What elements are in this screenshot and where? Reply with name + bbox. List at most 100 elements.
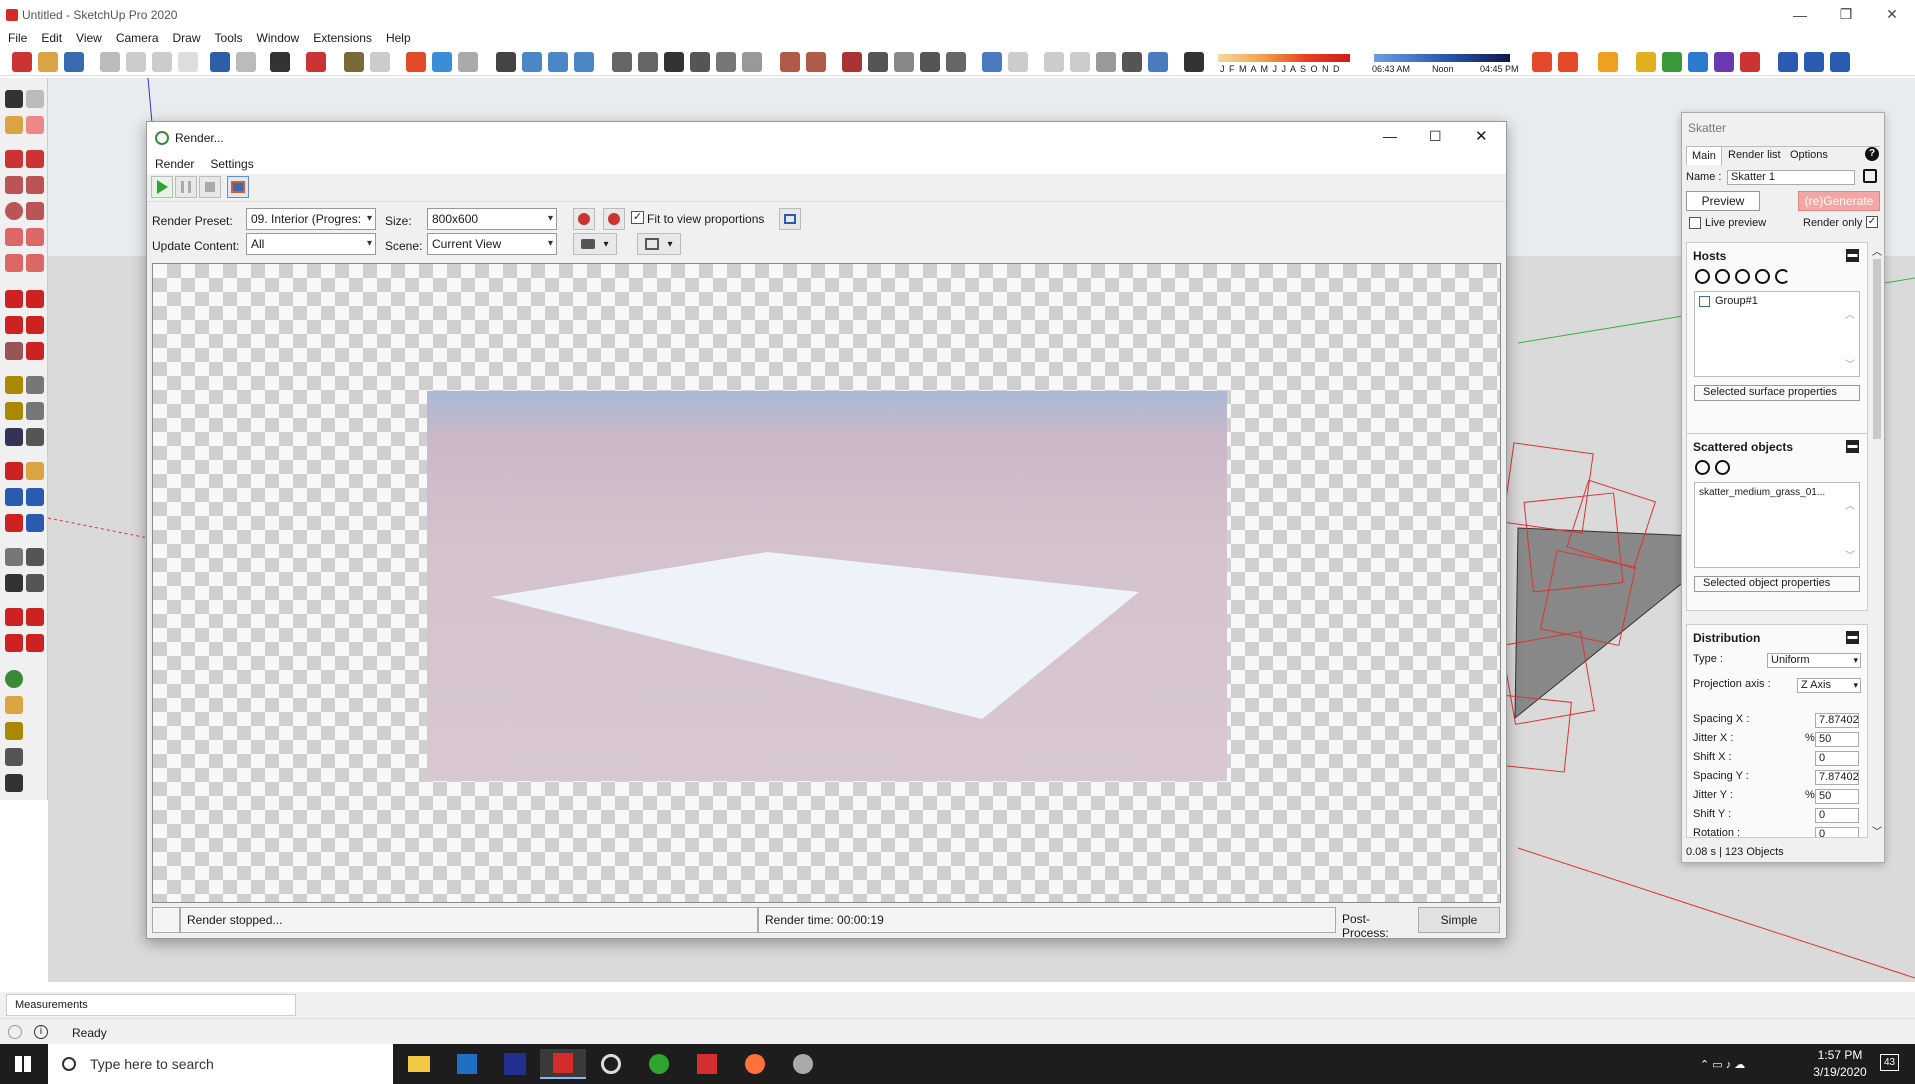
select-tool-icon[interactable] <box>5 90 23 108</box>
drape-icon[interactable] <box>920 52 940 72</box>
save-icon[interactable] <box>1863 169 1877 183</box>
cut-icon[interactable] <box>100 52 120 72</box>
vray-lights-icon[interactable] <box>5 634 23 652</box>
regenerate-button[interactable]: (re)Generate <box>1798 191 1880 211</box>
preview-button[interactable]: Preview <box>1686 191 1760 211</box>
ext-icon-purple[interactable] <box>1714 52 1734 72</box>
dialog-maximize-button[interactable]: ☐ <box>1429 128 1442 145</box>
dimension-icon[interactable] <box>26 376 44 394</box>
autocad-icon[interactable] <box>684 1049 730 1079</box>
style-icon-4[interactable] <box>1122 52 1142 72</box>
pan-icon[interactable] <box>26 462 44 480</box>
scene-select[interactable]: Current View ▾ <box>427 233 557 255</box>
camera-dropdown-button[interactable]: ▾ <box>573 233 617 255</box>
section-cut-icon[interactable] <box>806 52 826 72</box>
menu-edit[interactable]: Edit <box>41 31 62 45</box>
postprocess-button[interactable]: Simple <box>1418 907 1500 933</box>
host-checkbox[interactable] <box>1699 296 1710 307</box>
date-slider[interactable] <box>1218 54 1350 62</box>
top-view-icon[interactable] <box>548 52 568 72</box>
shift-y-input[interactable]: 0 <box>1815 808 1859 823</box>
menu-draw[interactable]: Draw <box>173 31 201 45</box>
ext-icon-red[interactable] <box>1740 52 1760 72</box>
menu-help[interactable]: Help <box>386 31 411 45</box>
warehouse-icon[interactable] <box>344 52 364 72</box>
ext-icon-yellow[interactable] <box>1636 52 1656 72</box>
vray-proxy-icon[interactable] <box>26 634 44 652</box>
rotation-input[interactable]: 0 <box>1815 827 1859 837</box>
menu-settings[interactable]: Settings <box>210 157 253 171</box>
search-box[interactable]: Type here to search <box>48 1044 393 1084</box>
add-detail-icon[interactable] <box>946 52 966 72</box>
render-preset-select[interactable]: 09. Interior (Progres: ▾ <box>246 208 376 230</box>
arc2-icon[interactable] <box>26 228 44 246</box>
xbox-icon[interactable] <box>636 1049 682 1079</box>
component-tool-icon[interactable] <box>26 90 44 108</box>
amazon-music-icon[interactable] <box>492 1049 538 1079</box>
scroll-up-icon[interactable]: ︿ <box>1872 243 1882 258</box>
house-outline-icon[interactable] <box>690 52 710 72</box>
open-icon[interactable] <box>38 52 58 72</box>
section-plane-icon[interactable] <box>780 52 800 72</box>
house-shaded-icon[interactable] <box>716 52 736 72</box>
scattered-item[interactable]: skatter_medium_grass_01... <box>1699 487 1825 498</box>
menu-camera[interactable]: Camera <box>116 31 159 45</box>
live-preview-checkbox[interactable] <box>1689 217 1701 229</box>
vray-taskbar-icon[interactable] <box>780 1049 826 1079</box>
file-explorer-icon[interactable] <box>396 1049 442 1079</box>
ext-icon-a[interactable] <box>1778 52 1798 72</box>
iso-view-icon[interactable] <box>522 52 542 72</box>
orbit-tool-icon[interactable] <box>5 462 23 480</box>
style-icon-2[interactable] <box>1070 52 1090 72</box>
time-slider[interactable] <box>1374 54 1510 62</box>
add-group-icon[interactable] <box>1715 269 1730 284</box>
shadows-toggle-icon[interactable] <box>1184 52 1204 72</box>
previous-view-icon[interactable] <box>26 514 44 532</box>
spacing-y-input[interactable]: 7.87402 <box>1815 770 1859 785</box>
scroll-down-icon[interactable]: ﹀ <box>1845 356 1855 371</box>
vray-interactive-icon[interactable] <box>26 608 44 626</box>
outlook-icon[interactable] <box>444 1049 490 1079</box>
scale-icon[interactable] <box>5 342 23 360</box>
axes-icon[interactable] <box>1598 52 1618 72</box>
model-info-icon[interactable] <box>306 52 326 72</box>
style-icon-1[interactable] <box>1044 52 1064 72</box>
skatter-library-icon[interactable] <box>5 696 23 714</box>
ext-icon-blue[interactable] <box>1688 52 1708 72</box>
section-tool-icon[interactable] <box>26 574 44 592</box>
scroll-thumb[interactable] <box>1873 259 1881 439</box>
zoom-extents-icon[interactable] <box>5 514 23 532</box>
geolocation-icon[interactable] <box>8 1025 22 1039</box>
box-blue-icon[interactable] <box>432 52 452 72</box>
output-dropdown-button[interactable]: ▾ <box>637 233 681 255</box>
update-content-select[interactable]: All ▾ <box>246 233 376 255</box>
restore-button[interactable]: ❐ <box>1823 0 1869 29</box>
select-host-icon[interactable] <box>1735 269 1750 284</box>
3d-text-icon[interactable] <box>26 428 44 446</box>
stop-render-button[interactable] <box>199 176 221 198</box>
minimize-button[interactable]: — <box>1777 0 1823 29</box>
save-icon[interactable] <box>64 52 84 72</box>
size-swap-button[interactable] <box>603 208 625 230</box>
tray-icons[interactable]: ⌃ ▭ ♪ ☁ <box>1700 1058 1745 1071</box>
firefox-icon[interactable] <box>732 1049 778 1079</box>
house-textured-icon[interactable] <box>742 52 762 72</box>
look-around-icon[interactable] <box>26 548 44 566</box>
menu-file[interactable]: File <box>8 31 27 45</box>
scroll-up-icon[interactable]: ︿ <box>1845 306 1855 321</box>
collapse-icon[interactable]: ▬ <box>1846 440 1859 453</box>
pie-icon[interactable] <box>26 254 44 272</box>
size-select[interactable]: 800x600 ▾ <box>427 208 557 230</box>
collapse-icon[interactable]: ▬ <box>1846 249 1859 262</box>
text-tool-icon[interactable] <box>26 402 44 420</box>
render-only-checkbox[interactable]: ✓ <box>1866 216 1878 228</box>
zoom-window-icon[interactable] <box>26 488 44 506</box>
dialog-close-button[interactable]: ✕ <box>1475 127 1488 145</box>
freehand-icon[interactable] <box>26 150 44 168</box>
zoom-icon[interactable] <box>5 488 23 506</box>
style-icon-5[interactable] <box>1148 52 1168 72</box>
paint-bucket-icon[interactable] <box>5 116 23 134</box>
info-icon[interactable]: i <box>34 1025 48 1039</box>
skatter-glasses-icon[interactable] <box>5 774 23 792</box>
print-icon[interactable] <box>270 52 290 72</box>
